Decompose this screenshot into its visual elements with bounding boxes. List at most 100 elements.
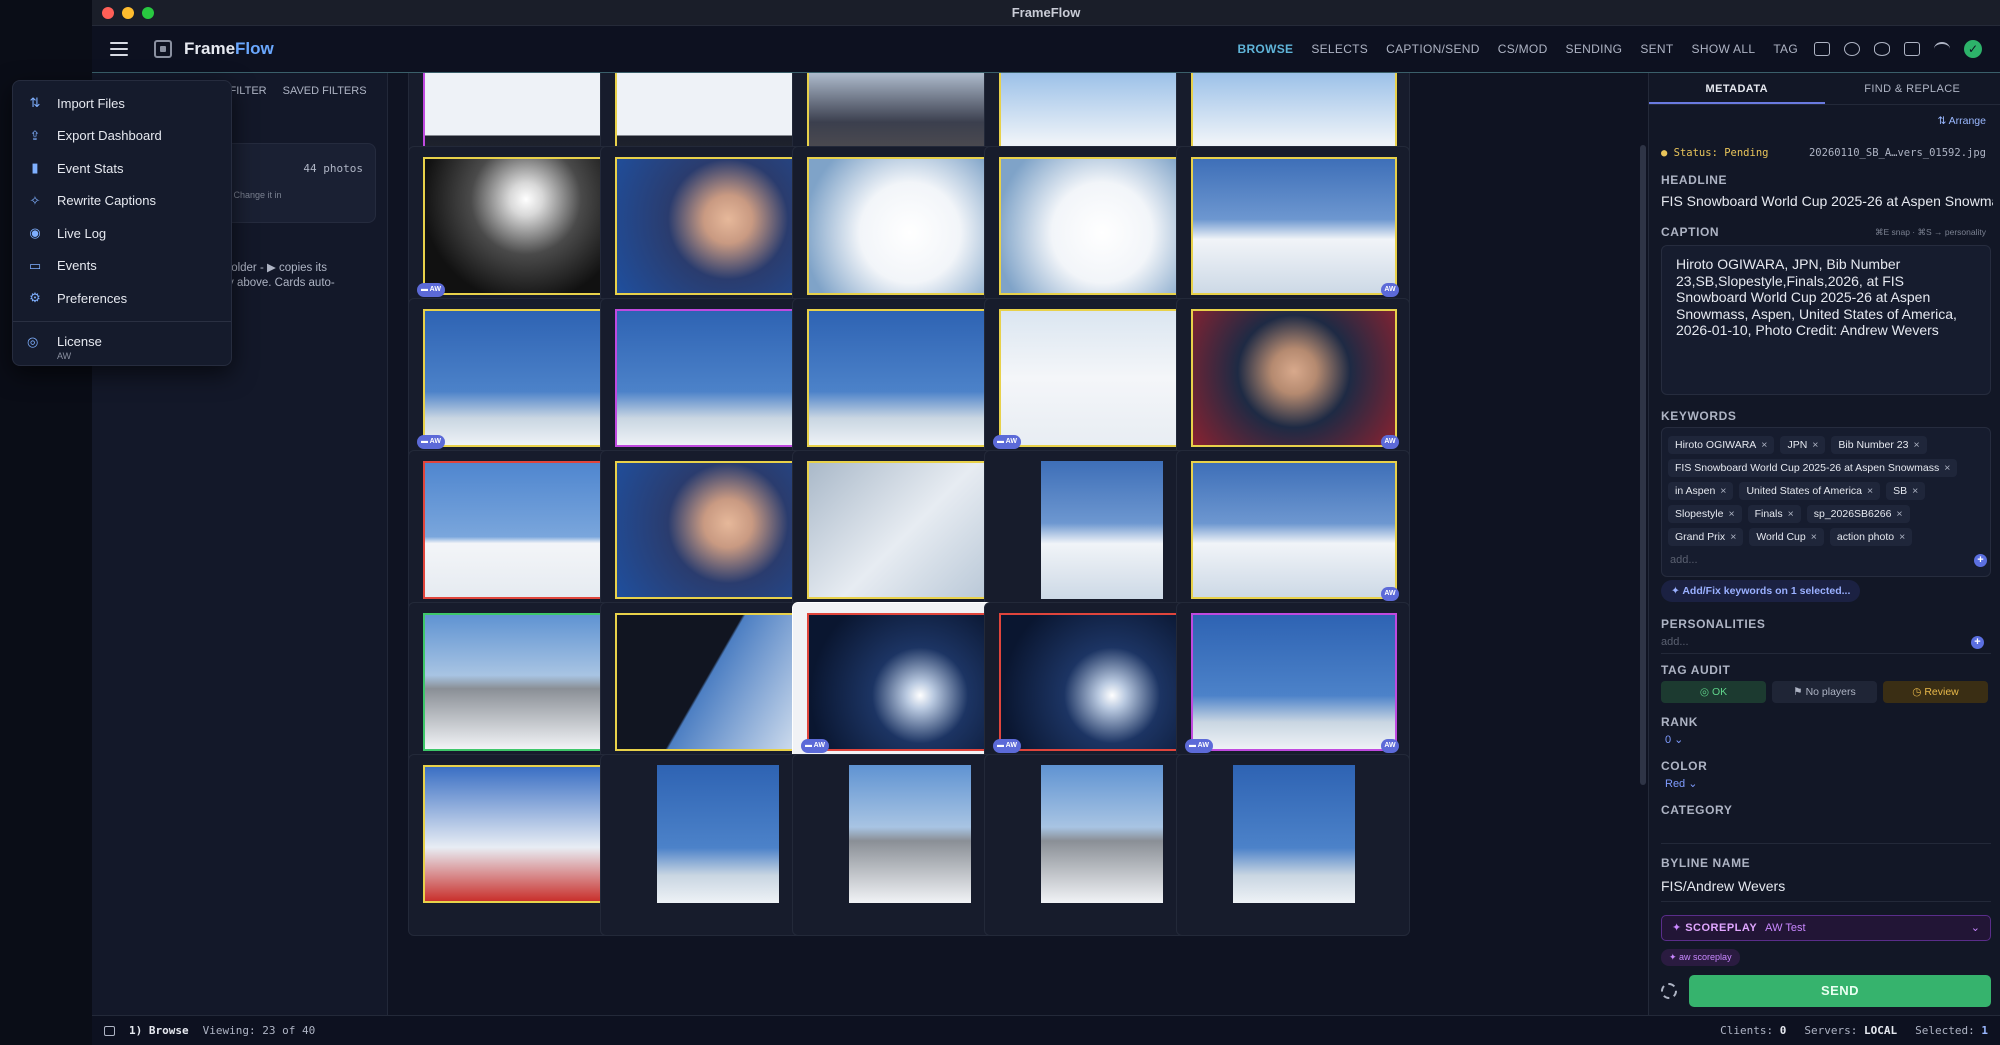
color-select[interactable]: Red ⌄	[1665, 777, 1697, 790]
photo-thumbnail	[807, 461, 1013, 599]
keyword-chip[interactable]: FIS Snowboard World Cup 2025-26 at Aspen…	[1668, 459, 1958, 477]
mode-label: 1) Browse	[129, 1024, 189, 1037]
remove-keyword-icon: ×	[1912, 485, 1919, 497]
photo-thumbnail	[423, 309, 629, 447]
send-button[interactable]: SEND	[1689, 975, 1991, 1007]
panel-toggle-icon[interactable]	[1814, 42, 1830, 56]
tab-metadata[interactable]: METADATA	[1649, 73, 1825, 104]
remove-keyword-icon: ×	[1944, 462, 1951, 474]
status-bar: 1) Browse Viewing: 23 of 40 Clients: 0 S…	[92, 1015, 2000, 1045]
menu-item-rewrite-captions[interactable]: ✧ Rewrite Captions	[13, 185, 231, 218]
keyword-input[interactable]: add...	[1670, 554, 1698, 566]
nav-cs-mod[interactable]: CS/MOD	[1498, 42, 1548, 56]
keyword-chip[interactable]: United States of America ×	[1739, 482, 1881, 500]
grid-scrollbar[interactable]	[1638, 73, 1648, 1015]
ai-keywords-button[interactable]: ✦ Add/Fix keywords on 1 selected...	[1661, 580, 1861, 602]
nav-tag[interactable]: TAG	[1773, 42, 1798, 56]
menu-item-preferences[interactable]: ⚙ Preferences	[13, 282, 231, 315]
caption-textarea[interactable]: Hiroto OGIWARA, JPN, Bib Number 23,SB,Sl…	[1661, 245, 1991, 395]
photographer-badge: AW	[1381, 283, 1399, 297]
keyword-chip[interactable]: Bib Number 23 ×	[1831, 436, 1927, 454]
nav-browse[interactable]: BROWSE	[1238, 42, 1294, 56]
menu-item-label: Export Dashboard	[57, 128, 162, 144]
rank-select[interactable]: 0 ⌄	[1665, 733, 1683, 746]
keyword-chip[interactable]: Finals ×	[1747, 505, 1801, 523]
keyword-chip[interactable]: sp_2026SB6266 ×	[1806, 505, 1910, 523]
eye-icon[interactable]	[1874, 42, 1890, 56]
keyword-chip[interactable]: Slopestyle ×	[1668, 505, 1742, 523]
remove-keyword-icon: ×	[1720, 485, 1727, 497]
headline-field[interactable]: FIS Snowboard World Cup 2025-26 at Aspen…	[1661, 193, 1993, 209]
selected-status: Selected: 1	[1915, 1024, 1988, 1037]
photo-thumbnail	[1041, 461, 1163, 599]
personalities-input[interactable]: add...	[1661, 636, 1689, 648]
photo-thumbnail	[423, 461, 629, 599]
sparkle-icon: ✧	[29, 192, 41, 208]
keywords-label: KEYWORDS	[1661, 409, 1737, 423]
photographer-badge: AW	[1381, 739, 1399, 753]
tab-find-replace[interactable]: FIND & REPLACE	[1825, 73, 2000, 104]
menu-item-export-dashboard[interactable]: ⇪ Export Dashboard	[13, 120, 231, 153]
keyword-chip[interactable]: Hiroto OGIWARA ×	[1668, 436, 1775, 454]
add-keyword-icon[interactable]: +	[1974, 554, 1987, 567]
photo-thumbnail	[423, 157, 629, 295]
tab-saved-filters[interactable]: SAVED FILTERS	[283, 85, 367, 97]
clients-status: Clients: 0	[1720, 1024, 1787, 1037]
arrange-button[interactable]: ⇅ Arrange	[1938, 115, 1987, 127]
keyword-chip[interactable]: Grand Prix ×	[1668, 528, 1744, 546]
remove-keyword-icon: ×	[1896, 508, 1903, 520]
nav-sending[interactable]: SENDING	[1566, 42, 1623, 56]
keyword-chip[interactable]: action photo ×	[1829, 528, 1913, 546]
menu-item-label: Live Log	[57, 225, 107, 241]
send-settings-gear-icon[interactable]	[1661, 983, 1677, 999]
photo-thumbnail	[615, 157, 821, 295]
calendar-icon: ▭	[28, 257, 42, 273]
caption-badge: ▬ AW	[993, 739, 1021, 753]
nav-show-all[interactable]: SHOW ALL	[1692, 42, 1756, 56]
close-window-button[interactable]	[102, 7, 114, 19]
menu-item-events[interactable]: ▭ Events	[13, 250, 231, 283]
keyword-chip[interactable]: World Cup ×	[1749, 528, 1824, 546]
byline-field[interactable]: FIS/Andrew Wevers	[1661, 878, 1785, 894]
keyword-chip[interactable]: JPN ×	[1780, 436, 1826, 454]
minimize-window-button[interactable]	[122, 7, 134, 19]
rank-label: RANK	[1661, 715, 1699, 729]
sidebar-right-icon[interactable]	[1904, 42, 1920, 56]
remove-keyword-icon: ×	[1761, 439, 1768, 451]
scoreplay-tag[interactable]: ✦ aw scoreplay	[1661, 949, 1740, 966]
folder-description: folder - ▶ copies its y above. Cards aut…	[228, 262, 335, 289]
remove-keyword-icon: ×	[1899, 531, 1906, 543]
photo-card[interactable]	[1176, 754, 1410, 936]
audit-no-players-badge[interactable]: ⚑ No players	[1772, 681, 1877, 703]
photo-thumbnail	[423, 613, 629, 751]
menu-item-label: Event Stats	[57, 160, 124, 176]
category-label: CATEGORY	[1661, 803, 1733, 817]
top-toolbar: FrameFlow BROWSE SELECTS CAPTION/SEND CS/MO…	[92, 26, 2000, 73]
menu-item-event-stats[interactable]: ▮ Event Stats	[13, 152, 231, 185]
wifi-icon[interactable]	[1934, 42, 1950, 56]
caption-shortcut-hint: ⌘E snap · ⌘S → personality	[1874, 227, 1986, 237]
photo-thumbnail	[807, 157, 1013, 295]
photo-thumbnail	[999, 613, 1205, 751]
menu-item-license[interactable]: ◎ License AW	[13, 328, 231, 361]
audit-review-badge[interactable]: ◷ Review	[1883, 681, 1988, 703]
add-personality-icon[interactable]: +	[1971, 636, 1984, 649]
caption-badge: ▬ AW	[993, 435, 1021, 449]
list-icon[interactable]	[1844, 42, 1860, 56]
nav-sent[interactable]: SENT	[1640, 42, 1673, 56]
menu-item-import-files[interactable]: ⇅ Import Files	[13, 87, 231, 120]
menu-item-live-log[interactable]: ◉ Live Log	[13, 217, 231, 250]
license-user: AW	[57, 350, 72, 361]
remove-keyword-icon: ×	[1913, 439, 1920, 451]
hamburger-menu-icon[interactable]	[110, 42, 128, 56]
remove-keyword-icon: ×	[1867, 485, 1874, 497]
keyword-chip[interactable]: in Aspen ×	[1668, 482, 1734, 500]
keyword-chip[interactable]: SB ×	[1886, 482, 1926, 500]
nav-selects[interactable]: SELECTS	[1311, 42, 1368, 56]
zoom-window-button[interactable]	[142, 7, 154, 19]
scoreplay-select[interactable]: ✦ SCOREPLAY AW Test ⌄	[1661, 915, 1991, 941]
nav-caption-send[interactable]: CAPTION/SEND	[1386, 42, 1480, 56]
layout-icon	[104, 1025, 115, 1036]
filter-tabs: NT FILTER SAVED FILTERS	[212, 85, 367, 97]
audit-ok-badge[interactable]: ◎ OK	[1661, 681, 1766, 703]
